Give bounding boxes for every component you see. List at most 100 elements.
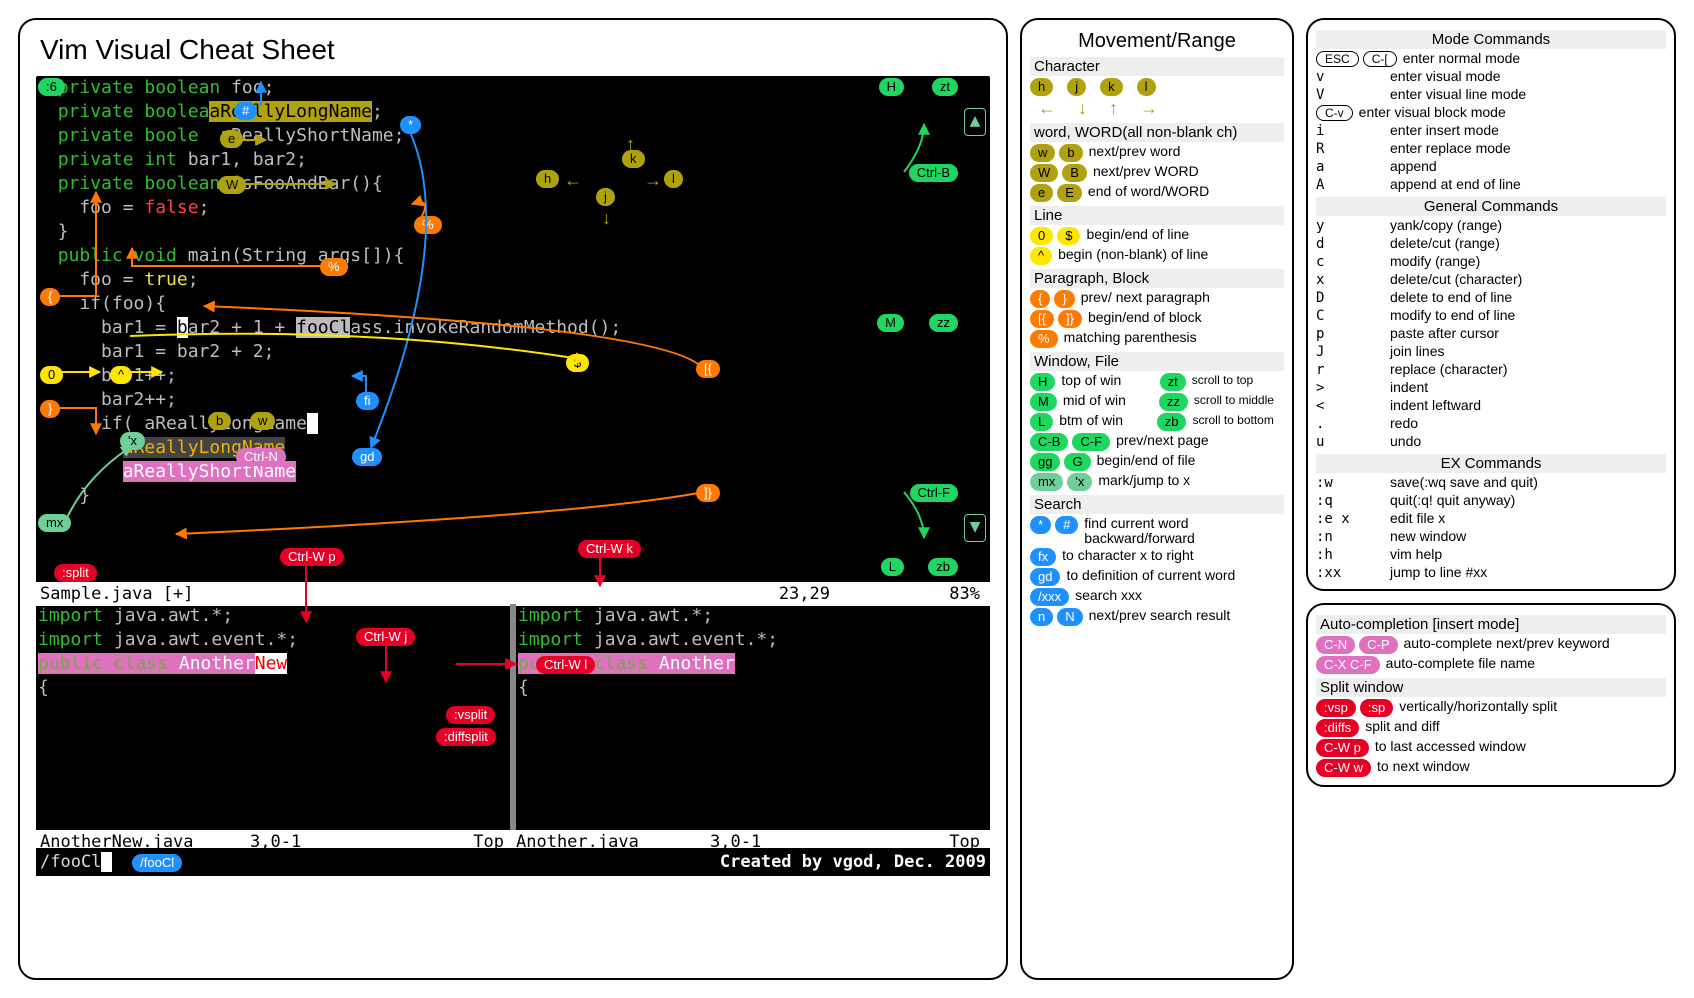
desc: begin (non-blank) of line — [1058, 247, 1284, 262]
key-gd: gd — [1030, 568, 1060, 586]
desc: vertically/horizontally split — [1399, 699, 1666, 714]
arrow-right-icon: → — [644, 168, 662, 192]
section-window: Window, File — [1030, 352, 1284, 371]
desc: enter replace mode — [1390, 141, 1666, 156]
desc: begin/end of line — [1086, 227, 1284, 242]
desc: split and diff — [1365, 719, 1666, 734]
cmd-xx: :xx — [1316, 565, 1384, 581]
cmd-D: D — [1316, 290, 1384, 306]
cmd-n: :n — [1316, 529, 1384, 545]
key-gd: gd — [352, 448, 382, 466]
desc: end of word/WORD — [1088, 184, 1284, 199]
auto-split-panel: Auto-completion [insert mode] C-NC-Pauto… — [1306, 603, 1676, 787]
split-left: import java.awt.*; import java.awt.event… — [36, 604, 516, 834]
arrow-up-icon: ↑ — [626, 132, 635, 156]
key-W: W — [1030, 164, 1058, 182]
key-H: H — [879, 78, 904, 96]
cmd-d: d — [1316, 236, 1384, 252]
key-mx: mx — [38, 514, 71, 532]
desc: begin/end of block — [1088, 310, 1284, 325]
key-CB: C-B — [1030, 433, 1068, 451]
key-N: N — [1057, 608, 1082, 626]
desc: delete/cut (range) — [1390, 236, 1666, 251]
key-M: M — [877, 314, 904, 332]
key-zt: zt — [1160, 373, 1186, 391]
status-pct: 83% — [949, 582, 980, 606]
desc: enter insert mode — [1390, 123, 1666, 138]
key-zt: zt — [932, 78, 958, 96]
key-: { — [1030, 290, 1050, 308]
arrow-down-icon: ↓ — [1078, 98, 1087, 119]
key-fx: fx — [1030, 548, 1056, 566]
cmd-V: V — [1316, 87, 1384, 103]
arrow-left-icon: ← — [1038, 98, 1056, 119]
key-xxx: /xxx — [1030, 588, 1069, 606]
key-fi: fi — [356, 392, 379, 410]
key-line-no: :6 — [38, 78, 65, 96]
key-CWp: C-W p — [1316, 739, 1369, 757]
desc: enter visual line mode — [1390, 87, 1666, 102]
desc: prev/ next paragraph — [1081, 290, 1284, 305]
key-h: h — [1030, 78, 1053, 96]
key-vsp: :vsp — [1316, 699, 1356, 717]
cmd-v: v — [1316, 69, 1384, 85]
cmd-r: r — [1316, 362, 1384, 378]
key-cwl: Ctrl-W l — [536, 656, 595, 674]
key-rbrace: } — [40, 400, 60, 418]
cmd-u: u — [1316, 434, 1384, 450]
section-character: Character — [1030, 57, 1284, 76]
key-: [{ — [1030, 310, 1054, 328]
key-x: 'x — [1067, 473, 1092, 491]
key-pct: % — [414, 216, 442, 234]
desc: next/prev search result — [1089, 608, 1284, 623]
key-ESC: ESC — [1316, 51, 1359, 67]
desc: find current word backward/forward — [1084, 516, 1284, 546]
status-file: Sample.java [+] — [40, 584, 194, 604]
section-word: word, WORD(all non-blank ch) — [1030, 123, 1284, 142]
key-: } — [1054, 290, 1074, 308]
desc: enter normal mode — [1403, 51, 1666, 66]
key-diffsplit: :diffsplit — [436, 728, 496, 746]
desc: mid of win — [1063, 393, 1153, 408]
cmd-p: p — [1316, 326, 1384, 342]
cmd-w: :w — [1316, 475, 1384, 491]
cmd-x: x — [1316, 272, 1384, 288]
cmd-i: i — [1316, 123, 1384, 139]
key-L: L — [881, 558, 904, 576]
key-M: M — [1030, 393, 1057, 411]
desc: save(:wq save and quit) — [1390, 475, 1666, 490]
cmd-ex: :e x — [1316, 511, 1384, 527]
desc: prev/next page — [1116, 433, 1284, 448]
key-: * — [1030, 516, 1051, 534]
page-title: Vim Visual Cheat Sheet — [40, 34, 990, 66]
key-G: G — [1064, 453, 1090, 471]
cmd-J: J — [1316, 344, 1384, 360]
cheatsheet-editor-pane: Vim Visual Cheat Sheet private boolean f… — [18, 18, 1008, 980]
desc: auto-complete next/prev keyword — [1404, 636, 1667, 651]
desc: mark/jump to x — [1098, 473, 1284, 488]
desc: delete to end of line — [1390, 290, 1666, 305]
desc: btm of win — [1059, 413, 1151, 428]
key-zero: 0 — [40, 366, 63, 384]
desc: new window — [1390, 529, 1666, 544]
key-e: e — [220, 130, 243, 148]
cmd-h: :h — [1316, 547, 1384, 563]
section-split: Split window — [1316, 678, 1666, 697]
key-gg: gg — [1030, 453, 1060, 471]
cmd-A: A — [1316, 177, 1384, 193]
section-para: Paragraph, Block — [1030, 269, 1284, 288]
key-E: E — [1057, 184, 1082, 202]
key-caret: ^ — [110, 366, 132, 384]
key-n: n — [1030, 608, 1053, 626]
key-ctrln: Ctrl-N — [236, 448, 286, 466]
desc: delete/cut (character) — [1390, 272, 1666, 287]
arrow-down-icon: ↓ — [602, 206, 611, 230]
desc: auto-complete file name — [1386, 656, 1666, 671]
key-vsplit: :vsplit — [446, 706, 495, 724]
desc: paste after cursor — [1390, 326, 1666, 341]
key-tickx: 'x — [120, 432, 145, 450]
key-C: C-[ — [1363, 51, 1397, 67]
key-: # — [1055, 516, 1078, 534]
key-CF: C-F — [1072, 433, 1110, 451]
key-b: b — [1059, 144, 1082, 162]
